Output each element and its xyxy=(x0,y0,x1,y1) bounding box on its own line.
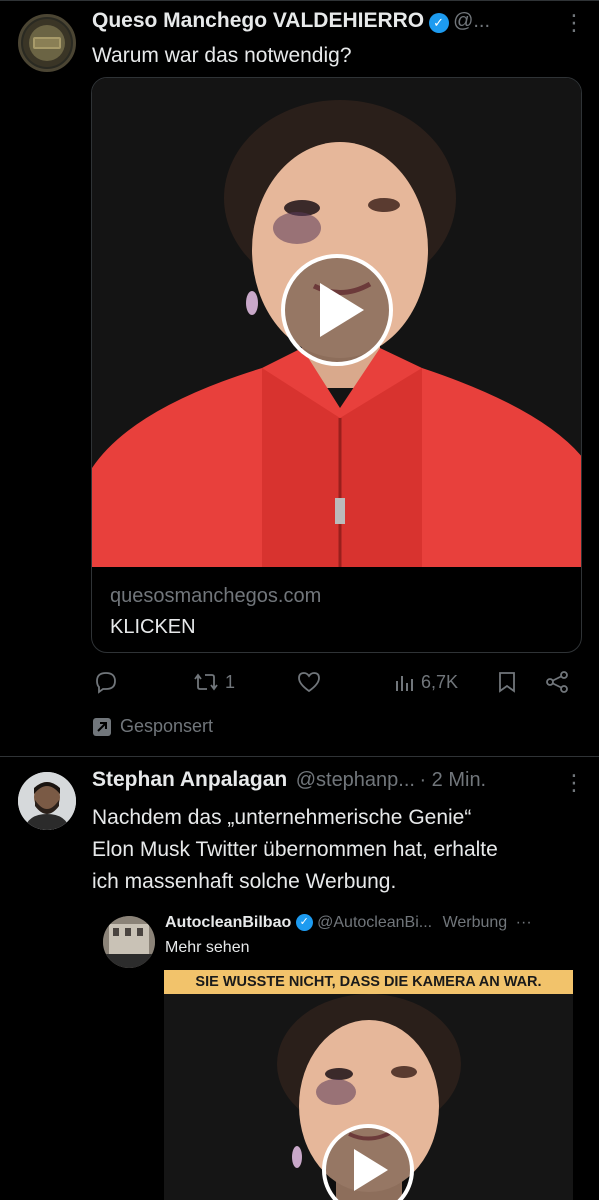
more-link: Mehr sehen xyxy=(165,939,250,956)
building-icon xyxy=(103,916,155,968)
retweet-count: 1 xyxy=(225,671,236,692)
post-divider xyxy=(0,756,599,757)
person-avatar-icon xyxy=(18,772,76,830)
author-handle[interactable]: @stephanp... xyxy=(296,769,415,791)
views-count: 6,7K xyxy=(421,672,459,692)
queso-logo-icon xyxy=(23,19,71,67)
share-icon xyxy=(546,671,568,693)
bookmark-icon xyxy=(499,672,515,693)
bookmark-button[interactable] xyxy=(497,671,517,693)
post-text: Warum war das notwendig? xyxy=(92,44,352,67)
ad-label: Werbung xyxy=(442,914,508,931)
play-icon xyxy=(322,1124,414,1200)
avatar[interactable] xyxy=(18,772,76,830)
post-time[interactable]: · 2 Min. xyxy=(419,769,486,791)
link-card[interactable]: quesosmanchegos.com KLICKEN xyxy=(91,77,582,653)
author-handle[interactable]: @... xyxy=(453,10,490,32)
retweet-icon xyxy=(194,673,218,691)
ad-image: SIE WUSSTE NICHT, DASS DIE KAMERA AN WAR… xyxy=(164,970,573,1200)
ad-thumbnail xyxy=(277,994,461,1200)
more-icon[interactable]: ⋮ xyxy=(563,770,585,796)
play-icon xyxy=(281,254,393,366)
post-header: Stephan Anpalagan @stephanp... · 2 Min. xyxy=(92,768,562,792)
sponsored-text: Gesponsert xyxy=(120,716,214,736)
reply-icon xyxy=(96,672,116,694)
reply-button[interactable] xyxy=(94,670,118,694)
more-icon[interactable]: ⋮ xyxy=(563,10,585,36)
top-divider xyxy=(0,0,599,1)
author-name[interactable]: Queso Manchego VALDEHIERRO xyxy=(92,9,424,32)
retweet-button[interactable]: 1 xyxy=(193,670,235,694)
like-icon xyxy=(298,672,320,693)
embedded-avatar xyxy=(103,916,155,968)
embedded-image[interactable]: AutocleanBilbao ✓ @AutocleanBi... Werbun… xyxy=(91,898,582,1200)
post-text-line: Elon Musk Twitter übernommen hat, erhalt… xyxy=(92,838,498,861)
post-text-line: ich massenhaft solche Werbung. xyxy=(92,870,397,893)
post-text-line: Nachdem das „unternehmerische Genie“ xyxy=(92,806,472,829)
avatar[interactable] xyxy=(18,14,76,72)
more-icon: ··· xyxy=(515,914,532,931)
card-cta[interactable]: KLICKEN xyxy=(110,616,563,639)
author-name[interactable]: Stephan Anpalagan xyxy=(92,768,287,791)
banner-text: SIE WUSSTE NICHT, DASS DIE KAMERA AN WAR… xyxy=(164,970,573,994)
card-domain[interactable]: quesosmanchegos.com xyxy=(110,585,563,608)
zipper-icon xyxy=(335,498,345,524)
views-icon xyxy=(396,675,413,691)
views-button[interactable]: 6,7K xyxy=(395,672,458,693)
post-header: Queso Manchego VALDEHIERRO ✓ @... xyxy=(92,9,562,37)
sponsored-label[interactable]: Gesponsert xyxy=(92,716,213,737)
verified-badge-icon: ✓ xyxy=(295,914,313,932)
post-text: Nachdem das „unternehmerische Genie“ Elo… xyxy=(92,802,498,898)
verified-badge-icon: ✓ xyxy=(428,12,449,33)
like-button[interactable] xyxy=(297,671,321,693)
embedded-handle: @AutocleanBi... xyxy=(317,914,433,931)
sponsored-arrow-icon xyxy=(93,717,111,736)
embedded-author-name: AutocleanBilbao xyxy=(165,914,292,931)
share-button[interactable] xyxy=(545,671,569,693)
video-thumbnail[interactable] xyxy=(92,78,582,567)
